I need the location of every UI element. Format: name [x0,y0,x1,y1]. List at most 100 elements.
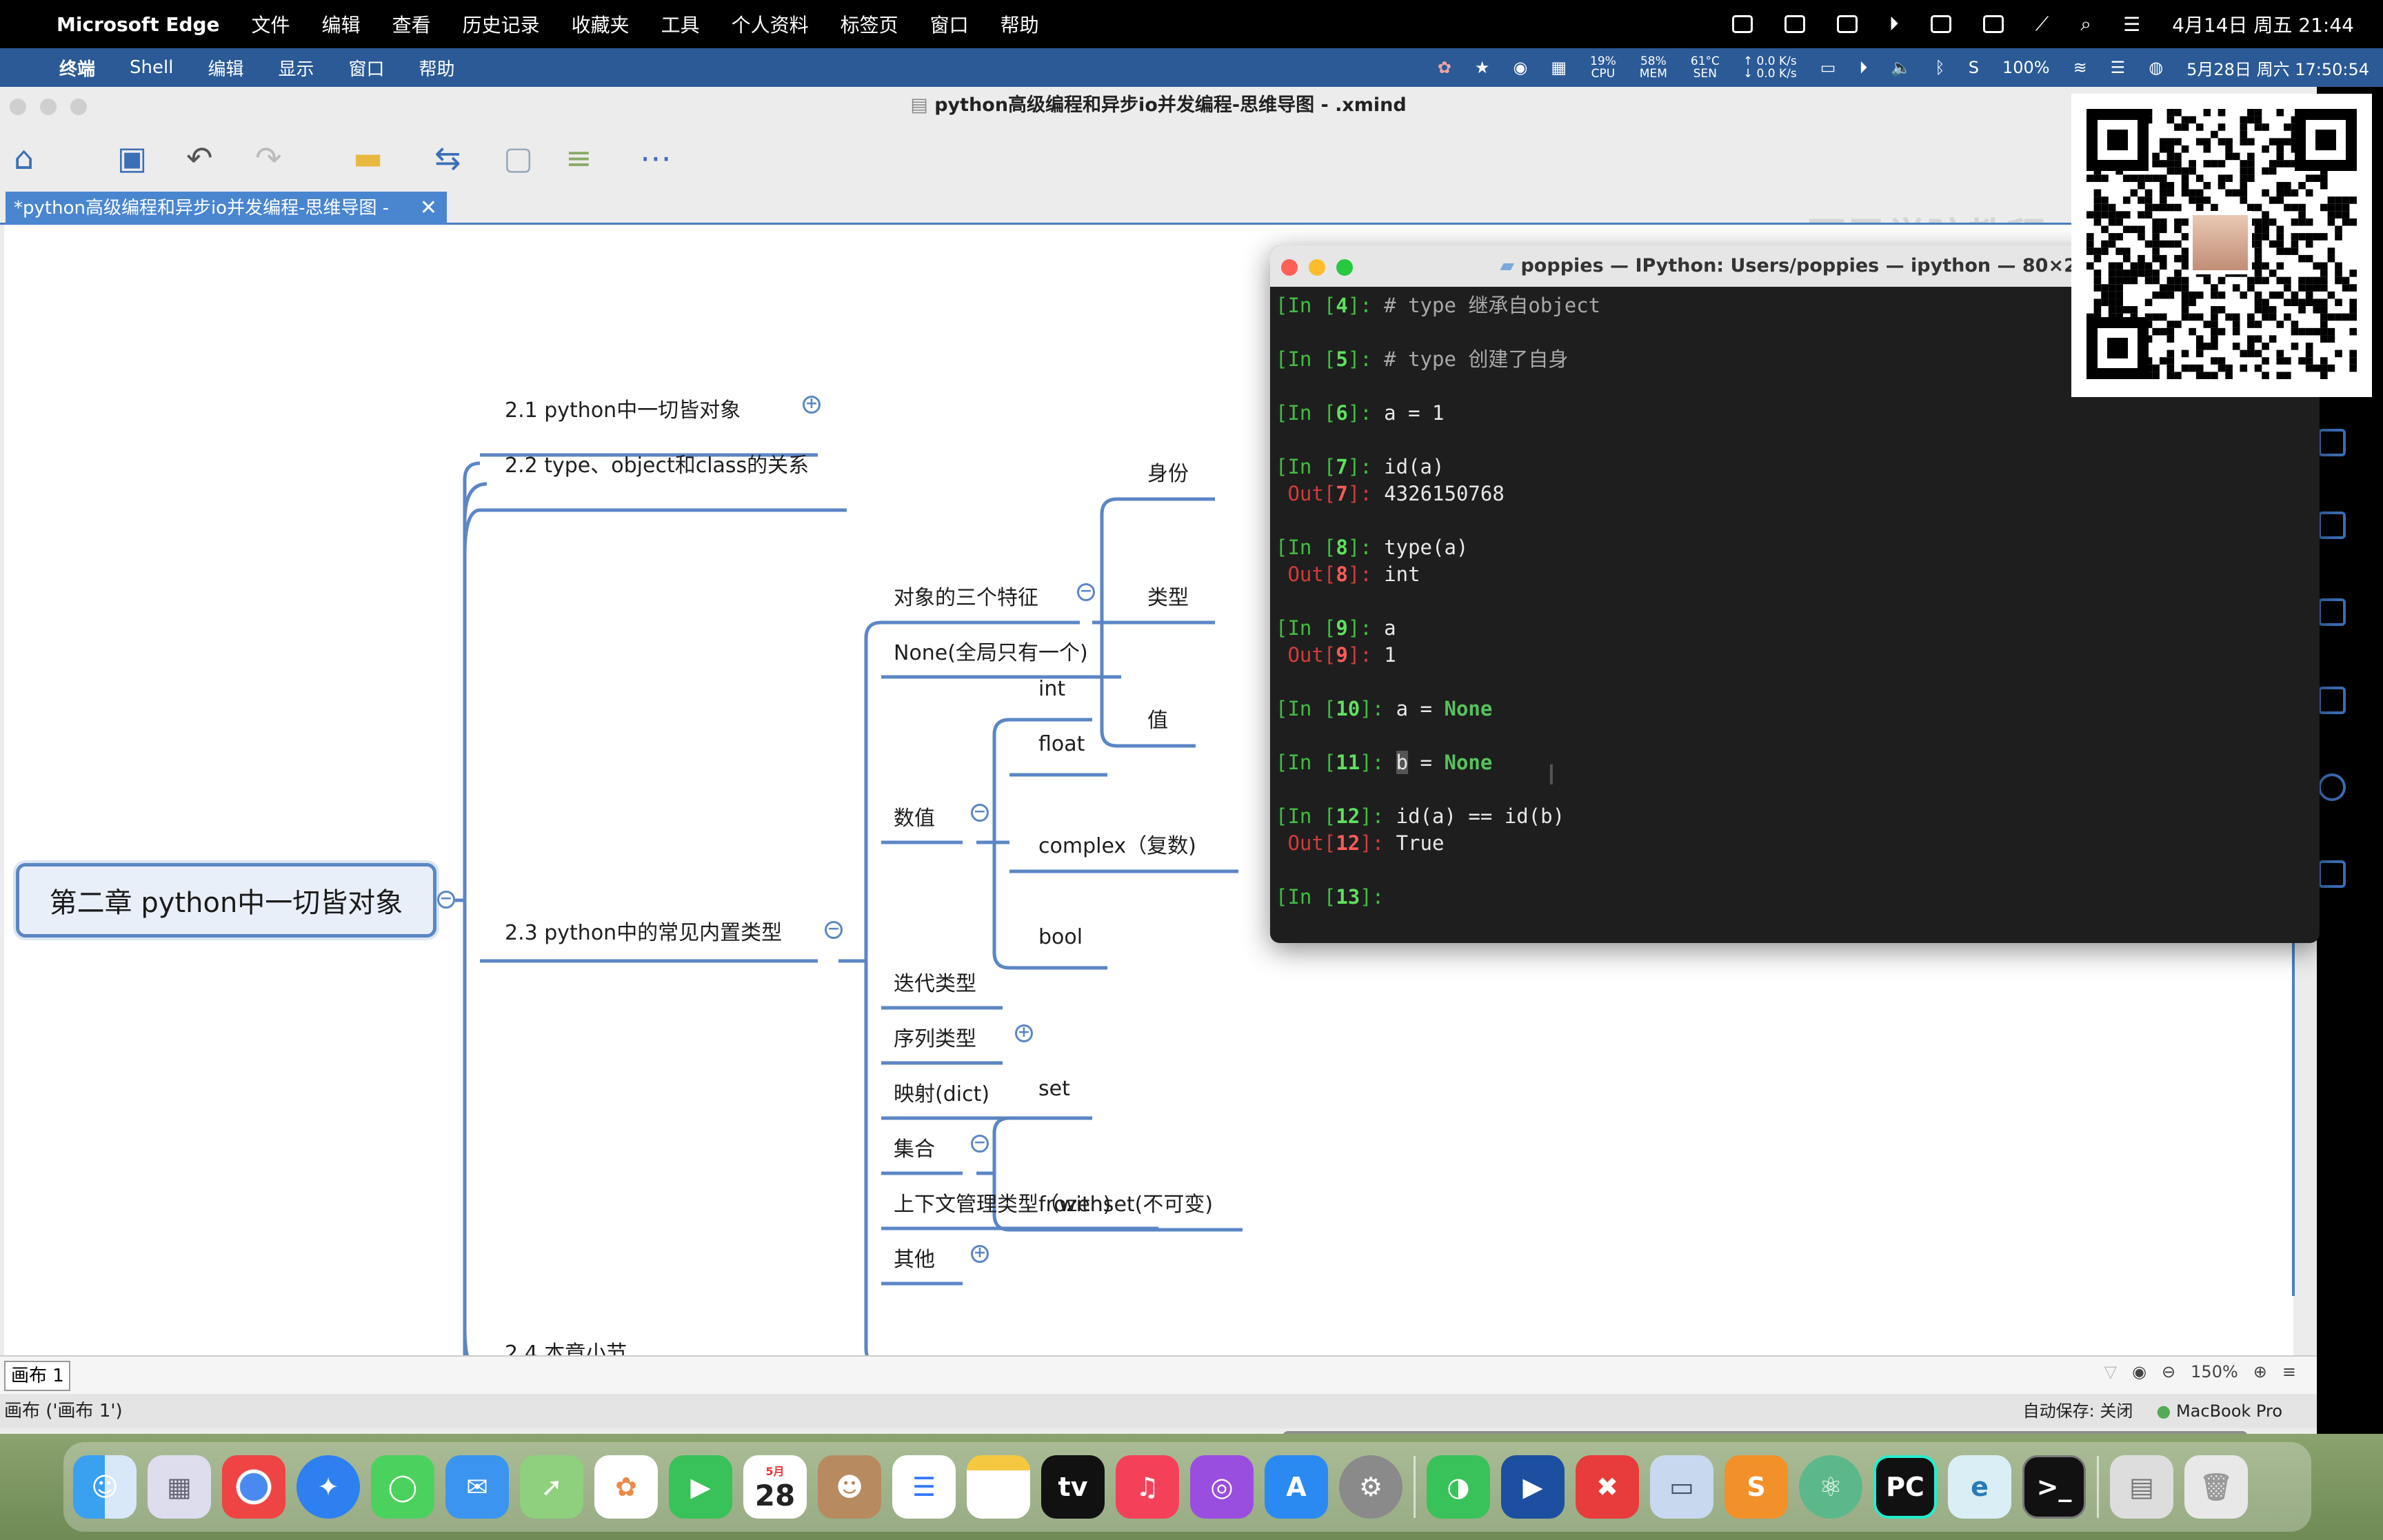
battery-level[interactable]: 100% [2002,58,2050,77]
term-close-button[interactable] [1281,259,1298,276]
siri-icon[interactable]: ◍ [2149,58,2163,77]
music-icon[interactable]: ♫ [1116,1455,1179,1519]
photos-icon[interactable]: ✿ [594,1455,658,1519]
wifi-icon[interactable]: ≋ [2073,58,2087,77]
menu-help[interactable]: 帮助 [1001,10,1039,38]
boundary-icon[interactable]: ▢ [503,139,533,176]
apple-tv-icon[interactable]: tv [1041,1455,1105,1519]
collapse-features-icon[interactable]: − [1077,583,1095,601]
volume-icon[interactable]: 🔈 [1891,58,1911,77]
video-app-icon[interactable]: ▶ [1501,1455,1565,1519]
zoom-button[interactable] [70,99,87,115]
preview-icon[interactable]: ▭ [1650,1455,1713,1519]
edge-icon[interactable]: e [1948,1455,2011,1519]
notes-icon[interactable] [2318,687,2346,714]
xmind-icon[interactable]: ✖ [1576,1455,1639,1519]
sheet-tab[interactable]: 画布 1 [4,1361,70,1391]
collapse-set-icon[interactable]: − [971,1135,989,1153]
feature-value[interactable]: 值 [1147,703,1168,733]
number-bool[interactable]: bool [1038,925,1083,949]
topic-sequence[interactable]: 序列类型 [894,1022,976,1052]
menu-tabs[interactable]: 标签页 [841,10,898,38]
play-icon[interactable]: ⏵ [1859,58,1867,77]
control-center-icon[interactable]: ☰ [2123,13,2140,36]
bluetooth-icon[interactable]: ᛒ [1935,58,1944,77]
topic-icon[interactable]: ▬ [353,139,383,176]
terminal-icon[interactable]: >_ [2022,1455,2086,1519]
autosave-status[interactable]: 自动保存: 关闭 [2023,1394,2133,1428]
input-line-13[interactable]: [In [13]: [1276,884,2296,911]
star-icon[interactable]: ★ [1475,58,1490,77]
zoom-level[interactable]: 150% [2191,1362,2238,1381]
flag-icon[interactable] [2318,511,2346,539]
system-settings-icon[interactable]: ⚙ [1339,1455,1402,1519]
wechat-icon[interactable]: ◉ [1513,58,1527,77]
inner-menu-window[interactable]: 窗口 [348,55,384,81]
bookmark-icon[interactable] [1784,15,1805,33]
relationship-icon[interactable]: ⇆ [434,139,461,176]
collapse-2-3-icon[interactable]: − [825,921,843,939]
launchpad-icon[interactable]: ▦ [148,1455,211,1519]
number-int[interactable]: int [1038,677,1065,701]
inner-menu-view[interactable]: 显示 [278,55,314,81]
feature-identity[interactable]: 身份 [1147,456,1189,487]
topic-iter[interactable]: 迭代类型 [894,966,976,997]
menu-file[interactable]: 文件 [252,10,290,38]
display-icon[interactable]: ▭ [1820,58,1836,77]
trash-icon[interactable]: 🗑 [2184,1455,2248,1519]
document-tab[interactable]: *python高级编程和异步io并发编程-思维导图 - ✕ [6,192,447,225]
inner-clock[interactable]: 5月28日 周六 17:50:54 [2186,56,2369,80]
branch-2-4[interactable]: 2.4 本章小节 [505,1336,627,1355]
minimize-button[interactable] [40,99,57,115]
collapse-numbers-icon[interactable]: − [971,804,989,822]
maps-icon[interactable]: ➚ [520,1455,583,1519]
expand-2-1-icon[interactable]: + [803,396,821,414]
zoom-out-icon[interactable]: ⊖ [2162,1362,2175,1381]
chrome-icon[interactable] [222,1455,285,1519]
topic-object-features[interactable]: 对象的三个特征 [894,580,1038,611]
contacts-icon[interactable]: ☻ [818,1455,881,1519]
pycharm-icon[interactable]: PC [1873,1455,1937,1519]
save-icon[interactable]: ▣ [117,139,147,176]
downloads-icon[interactable]: ▤ [2110,1455,2173,1519]
calendar-icon[interactable]: 5月 28 [743,1455,807,1519]
topic-other[interactable]: 其他 [894,1242,935,1273]
comment-icon[interactable] [2318,773,2346,801]
mail-icon[interactable]: ✉ [445,1455,509,1519]
branch-2-3[interactable]: 2.3 python中的常见内置类型 [505,915,782,946]
menu-edit[interactable]: 编辑 [322,10,361,38]
summary-icon[interactable]: ≡ [565,139,592,176]
inner-app-name[interactable]: 终端 [59,55,95,81]
collapse-root-icon[interactable]: − [437,891,455,909]
menu-favorites[interactable]: 收藏夹 [572,10,630,38]
card-icon[interactable] [1836,15,1858,33]
facetime-icon[interactable]: ▶ [669,1455,732,1519]
branch-2-2[interactable]: 2.2 type、object和class的关系 [505,448,809,478]
branch-2-1[interactable]: 2.1 python中一切皆对象 [505,393,741,423]
messages-icon[interactable]: ◯ [371,1455,434,1519]
screen-icon[interactable] [1731,15,1753,33]
term-zoom-button[interactable] [1336,259,1353,276]
sublime-icon[interactable]: S [1725,1455,1788,1519]
topic-numbers[interactable]: 数值 [894,801,935,831]
inner-menu-edit[interactable]: 编辑 [208,55,243,81]
term-minimize-button[interactable] [1309,259,1325,276]
feature-type[interactable]: 类型 [1147,580,1189,611]
filter-icon[interactable]: ▽ [2104,1362,2117,1381]
home-icon[interactable]: ⌂ [14,139,34,176]
flower-icon[interactable]: ✿ [1438,58,1451,77]
app-name-menu[interactable]: Microsoft Edge [57,13,220,36]
atom-icon[interactable]: ⚛ [1799,1455,1862,1519]
task-icon[interactable] [2318,860,2346,888]
number-complex[interactable]: complex（复数) [1038,829,1196,859]
menu-history[interactable]: 历史记录 [463,10,540,38]
more-icon[interactable]: ⋯ [640,139,672,176]
wechat-icon[interactable]: ◑ [1427,1455,1490,1519]
inner-menu-shell[interactable]: Shell [130,57,173,78]
topic-none[interactable]: None(全局只有一个) [894,636,1088,666]
menu-view[interactable]: 查看 [392,10,431,38]
expand-other-icon[interactable]: + [971,1245,989,1263]
control-icon[interactable]: ☰ [2111,58,2126,77]
number-float[interactable]: float [1038,732,1085,756]
redo-icon[interactable]: ↷ [255,139,282,176]
